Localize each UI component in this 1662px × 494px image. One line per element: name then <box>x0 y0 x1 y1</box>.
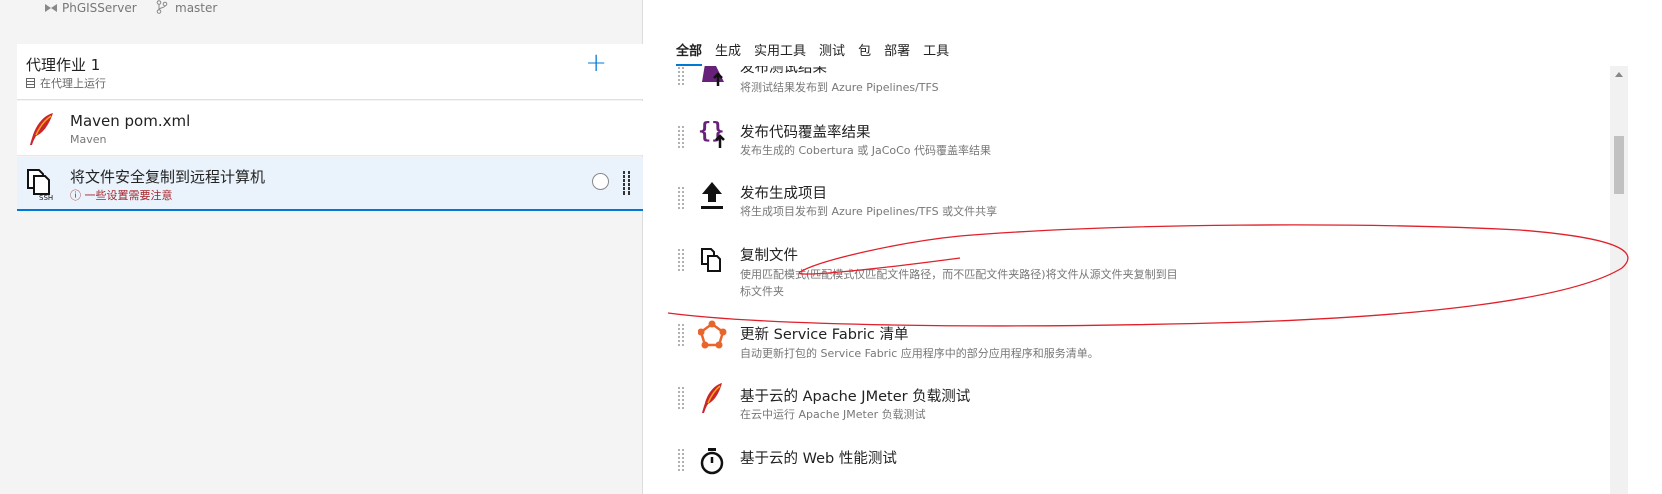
task-title: 基于云的 Web 性能测试 <box>740 451 897 467</box>
task-entry-cloud-jmeter-load-test[interactable]: 基于云的 Apache JMeter 负载测试 在云中运行 Apache JMe… <box>676 382 1576 448</box>
jmeter-feather-icon <box>698 382 730 414</box>
task-entry-publish-build-artifacts[interactable]: 发布生成项目 将生成项目发布到 Azure Pipelines/TFS 或文件共… <box>676 180 1576 246</box>
tab-utility[interactable]: 实用工具 <box>754 40 806 66</box>
task-title: 复制文件 <box>740 248 798 264</box>
tab-tool[interactable]: 工具 <box>923 40 949 66</box>
publish-test-results-icon <box>698 66 730 88</box>
branch-icon <box>156 0 168 17</box>
task-title: 基于云的 Apache JMeter 负载测试 <box>740 389 971 405</box>
tab-package[interactable]: 包 <box>858 40 871 66</box>
ssh-copy-icon: SSH <box>25 167 57 202</box>
branch-name[interactable]: master <box>175 1 217 15</box>
task-description: 使用匹配模式(匹配模式仅匹配文件路径，而不匹配文件夹路径)将文件从源文件夹复制到… <box>740 268 1178 281</box>
enable-toggle[interactable] <box>592 173 609 190</box>
drag-handle-icon[interactable] <box>677 386 685 410</box>
vertical-scrollbar[interactable] <box>1610 66 1628 494</box>
publish-code-coverage-icon: {} <box>698 118 730 150</box>
task-description-continued: 标文件夹 <box>740 285 784 298</box>
task-entry-publish-code-coverage[interactable]: {} 发布代码覆盖率结果 发布生成的 Cobertura 或 JaCoCo 代码… <box>676 118 1576 184</box>
app-root: PhGISServer master 代理作业 1 在代理上运行 + Maven… <box>0 0 1662 494</box>
task-title: 发布生成项目 <box>740 186 827 202</box>
agent-job-subtitle: 在代理上运行 <box>26 75 106 91</box>
agent-job-row[interactable]: 代理作业 1 在代理上运行 + <box>17 44 643 100</box>
drag-handle-icon[interactable] <box>677 66 685 86</box>
drag-handle-icon[interactable] <box>677 125 685 149</box>
drag-handle-icon[interactable] <box>677 186 685 210</box>
pipeline-tasks-pane: PhGISServer master 代理作业 1 在代理上运行 + Maven… <box>0 0 643 494</box>
category-tabs: 全部 生成 实用工具 测试 包 部署 工具 <box>676 40 962 66</box>
task-title: 更新 Service Fabric 清单 <box>740 327 909 343</box>
maven-feather-icon <box>27 111 57 147</box>
task-catalog-pane: 全部 生成 实用工具 测试 包 部署 工具 发布测试结果 将测试结果发布到 Az… <box>644 0 1662 494</box>
task-description: 将生成项目发布到 Azure Pipelines/TFS 或文件共享 <box>740 205 998 218</box>
drag-handle-icon[interactable] <box>623 171 631 195</box>
tab-build[interactable]: 生成 <box>715 40 741 66</box>
tab-test[interactable]: 测试 <box>819 40 845 66</box>
tab-all[interactable]: 全部 <box>676 40 703 66</box>
settings-warning: ⓘ 一些设置需要注意 <box>70 189 173 202</box>
drag-handle-icon[interactable] <box>677 323 685 347</box>
agent-job-title: 代理作业 1 <box>26 56 101 74</box>
copy-files-icon <box>698 246 730 278</box>
drag-handle-icon[interactable] <box>677 248 685 272</box>
add-task-button[interactable]: + <box>585 50 607 76</box>
service-fabric-icon <box>697 320 730 352</box>
drag-handle-icon[interactable] <box>677 448 685 472</box>
task-row-copy-files-over-ssh[interactable]: SSH 将文件安全复制到远程计算机 ⓘ 一些设置需要注意 <box>17 157 643 211</box>
task-title: 发布代码覆盖率结果 <box>740 125 871 141</box>
tab-deploy[interactable]: 部署 <box>884 40 910 66</box>
repo-icon <box>44 2 58 14</box>
repo-name[interactable]: PhGISServer <box>62 1 137 15</box>
scroll-up-arrow-icon[interactable] <box>1615 72 1623 77</box>
task-description: 自动更新打包的 Service Fabric 应用程序中的部分应用程序和服务清单… <box>740 347 1099 360</box>
server-icon <box>26 78 35 88</box>
agent-job-subtitle-text: 在代理上运行 <box>40 77 106 90</box>
publish-build-artifacts-icon <box>698 180 730 212</box>
svg-text:SSH: SSH <box>39 194 53 201</box>
task-entry-cloud-web-performance-test[interactable]: 基于云的 Web 性能测试 <box>676 444 1576 494</box>
repo-bar: PhGISServer master <box>0 0 643 20</box>
task-description: 在云中运行 Apache JMeter 负载测试 <box>740 408 926 421</box>
task-row-maven[interactable]: Maven pom.xml Maven <box>17 101 643 156</box>
task-entry-publish-test-results[interactable]: 发布测试结果 将测试结果发布到 Azure Pipelines/TFS <box>676 66 1576 122</box>
task-title: 发布测试结果 <box>740 66 827 76</box>
task-entry-update-service-fabric-manifests[interactable]: 更新 Service Fabric 清单 自动更新打包的 Service Fab… <box>676 320 1576 386</box>
web-performance-timer-icon <box>698 446 730 478</box>
task-catalog-list: 发布测试结果 将测试结果发布到 Azure Pipelines/TFS {} 发… <box>676 66 1594 494</box>
scrollbar-thumb[interactable] <box>1614 136 1624 194</box>
task-title: 将文件安全复制到远程计算机 <box>70 168 266 186</box>
task-subtitle: Maven <box>70 133 107 146</box>
task-entry-copy-files[interactable]: 复制文件 使用匹配模式(匹配模式仅匹配文件路径，而不匹配文件夹路径)将文件从源文… <box>676 242 1576 308</box>
task-description: 发布生成的 Cobertura 或 JaCoCo 代码覆盖率结果 <box>740 144 992 157</box>
task-description: 将测试结果发布到 Azure Pipelines/TFS <box>740 81 939 94</box>
task-title: Maven pom.xml <box>70 112 191 130</box>
